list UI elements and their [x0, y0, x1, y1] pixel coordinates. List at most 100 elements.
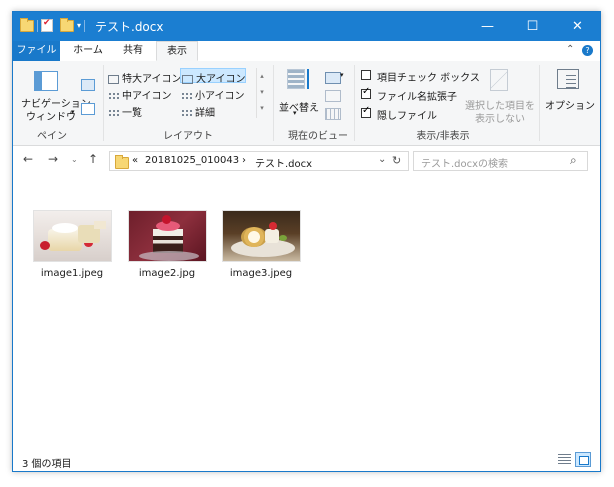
layout-item-label: 詳細	[195, 108, 215, 119]
navigation-pane-icon	[34, 71, 58, 91]
hidden-files-label: 隠しファイル	[377, 111, 437, 122]
tab-view[interactable]: 表示	[156, 41, 198, 61]
layout-extra-large-icons[interactable]: 特大アイコン	[108, 70, 182, 85]
file-extensions-checkbox[interactable]	[361, 86, 371, 99]
layout-medium-icons[interactable]: 中アイコン	[108, 87, 172, 102]
file-item[interactable]: image3.jpeg	[219, 210, 303, 279]
properties-icon[interactable]	[41, 18, 53, 32]
layout-item-label: 中アイコン	[122, 91, 172, 102]
layout-item-label: 一覧	[122, 108, 142, 119]
search-box[interactable]: テスト.docxの検索 ⌕	[413, 151, 588, 171]
refresh-icon[interactable]: ↻	[392, 154, 401, 167]
qa-separator	[84, 19, 86, 32]
layout-item-label: 大アイコン	[196, 74, 246, 85]
layout-gallery: 特大アイコン 大アイコン 中アイコン 小アイコン 一覧 詳細 ▴ ▾ ▾	[106, 68, 268, 119]
new-folder-icon[interactable]	[60, 17, 74, 32]
up-arrow-icon[interactable]: ↑	[88, 152, 98, 166]
options-button[interactable]: オプション	[543, 67, 595, 127]
sort-dropdown-icon: ▾	[293, 109, 297, 117]
group-separator	[273, 65, 274, 141]
group-separator	[354, 65, 355, 141]
file-item[interactable]: image1.jpeg	[30, 210, 114, 279]
details-view-icon[interactable]	[558, 454, 571, 465]
sort-button[interactable]: 並べ替え ▾	[279, 69, 323, 119]
maximize-button[interactable]: ☐	[510, 12, 555, 41]
ribbon-view: ナビゲーション ウィンドウ ▾ ペイン 特大アイコン 大アイコン 中アイコン 小…	[13, 61, 600, 146]
pane-group-label: ペイン	[37, 131, 67, 142]
file-name: image1.jpeg	[40, 268, 104, 279]
address-bar[interactable]: « 20181025_010043 › テスト.docx ⌄ ↻	[109, 151, 409, 171]
layout-item-label: 小アイコン	[195, 91, 245, 102]
forward-arrow-icon[interactable]: →	[48, 152, 58, 166]
file-extensions-label: ファイル名拡張子	[377, 92, 457, 103]
small-icons-icon	[181, 91, 192, 101]
group-separator	[539, 65, 540, 141]
breadcrumb-separator[interactable]: ›	[242, 155, 246, 166]
sort-arrow-icon	[307, 69, 309, 89]
options-label: オプション	[545, 101, 595, 112]
image-thumbnail[interactable]	[127, 210, 207, 262]
folder-icon[interactable]	[20, 17, 34, 32]
help-icon[interactable]: ?	[582, 45, 593, 56]
search-input[interactable]: テスト.docxの検索	[421, 155, 508, 170]
back-arrow-icon[interactable]: ←	[23, 152, 33, 166]
options-icon	[557, 69, 579, 89]
tab-home[interactable]: ホーム	[66, 41, 110, 61]
hide-selected-icon	[490, 69, 508, 91]
file-name: image2.jpg	[138, 268, 196, 279]
large-icons-view-icon[interactable]	[575, 452, 591, 467]
ribbon-tabs: ファイル ホーム 共有 表示 ⌃ ?	[13, 41, 600, 62]
group-by-dropdown-icon[interactable]: ▾	[340, 71, 344, 79]
group-separator	[103, 65, 104, 141]
details-pane-icon[interactable]	[81, 103, 95, 115]
item-checkboxes-checkbox[interactable]	[361, 70, 371, 80]
layout-group-label: レイアウト	[163, 131, 213, 142]
sort-icon	[287, 69, 305, 89]
add-columns-icon[interactable]	[325, 90, 341, 102]
layout-small-icons[interactable]: 小アイコン	[181, 87, 245, 102]
gallery-scroll[interactable]: ▴ ▾ ▾	[256, 68, 267, 118]
customize-qa-dropdown-icon[interactable]: ▾	[77, 21, 81, 30]
breadcrumb-segment-1[interactable]: 20181025_010043	[145, 155, 239, 166]
list-icon	[108, 108, 119, 118]
file-item[interactable]: image2.jpg	[125, 210, 209, 279]
collapse-ribbon-icon[interactable]: ⌃	[566, 44, 574, 55]
image-thumbnail[interactable]	[221, 210, 301, 262]
details-icon	[181, 108, 192, 118]
size-columns-icon[interactable]	[325, 108, 341, 120]
layout-list[interactable]: 一覧	[108, 104, 142, 119]
hidden-files-checkbox[interactable]	[361, 105, 371, 118]
layout-large-icons[interactable]: 大アイコン	[180, 68, 246, 85]
large-icons-icon	[182, 74, 193, 84]
close-button[interactable]: ✕	[555, 12, 600, 41]
current-view-group-label: 現在のビュー	[288, 131, 348, 142]
layout-details[interactable]: 詳細	[181, 104, 215, 119]
quick-access-toolbar: ▾	[20, 17, 86, 32]
nav-pane-dropdown-icon: ▾	[71, 108, 75, 116]
search-icon[interactable]: ⌕	[570, 153, 577, 168]
breadcrumb-segment-2[interactable]: テスト.docx	[255, 155, 312, 170]
item-count: 3 個の項目	[22, 459, 72, 470]
sort-label: 並べ替え	[279, 103, 319, 114]
file-list: image1.jpeg image2.jpg image3.jpeg	[13, 176, 600, 448]
tab-share[interactable]: 共有	[113, 41, 153, 61]
tab-file[interactable]: ファイル	[13, 41, 60, 61]
folder-icon	[115, 155, 129, 169]
hide-selected-button[interactable]: 選択した項目を 表示しない	[465, 67, 537, 127]
hide-selected-label-2: 表示しない	[475, 114, 525, 125]
image-thumbnail[interactable]	[32, 210, 112, 262]
status-bar: 3 個の項目	[13, 449, 600, 471]
address-dropdown-icon[interactable]: ⌄	[378, 154, 386, 165]
preview-pane-icon[interactable]	[81, 79, 95, 91]
explorer-window: ▾ テスト.docx — ☐ ✕ ファイル ホーム 共有 表示 ⌃ ? ナビゲー…	[12, 11, 601, 472]
qa-separator	[37, 19, 38, 32]
extra-large-icons-icon	[108, 74, 119, 84]
window-title: テスト.docx	[95, 20, 164, 34]
minimize-button[interactable]: —	[465, 12, 510, 41]
group-by-icon[interactable]	[325, 72, 341, 84]
layout-item-label: 特大アイコン	[122, 74, 182, 85]
recent-locations-chevron-icon[interactable]: ⌄	[71, 155, 78, 164]
address-overflow-chevron[interactable]: «	[132, 155, 138, 166]
navigation-pane-button[interactable]: ナビゲーション ウィンドウ ▾	[21, 67, 91, 127]
file-name: image3.jpeg	[229, 268, 293, 279]
